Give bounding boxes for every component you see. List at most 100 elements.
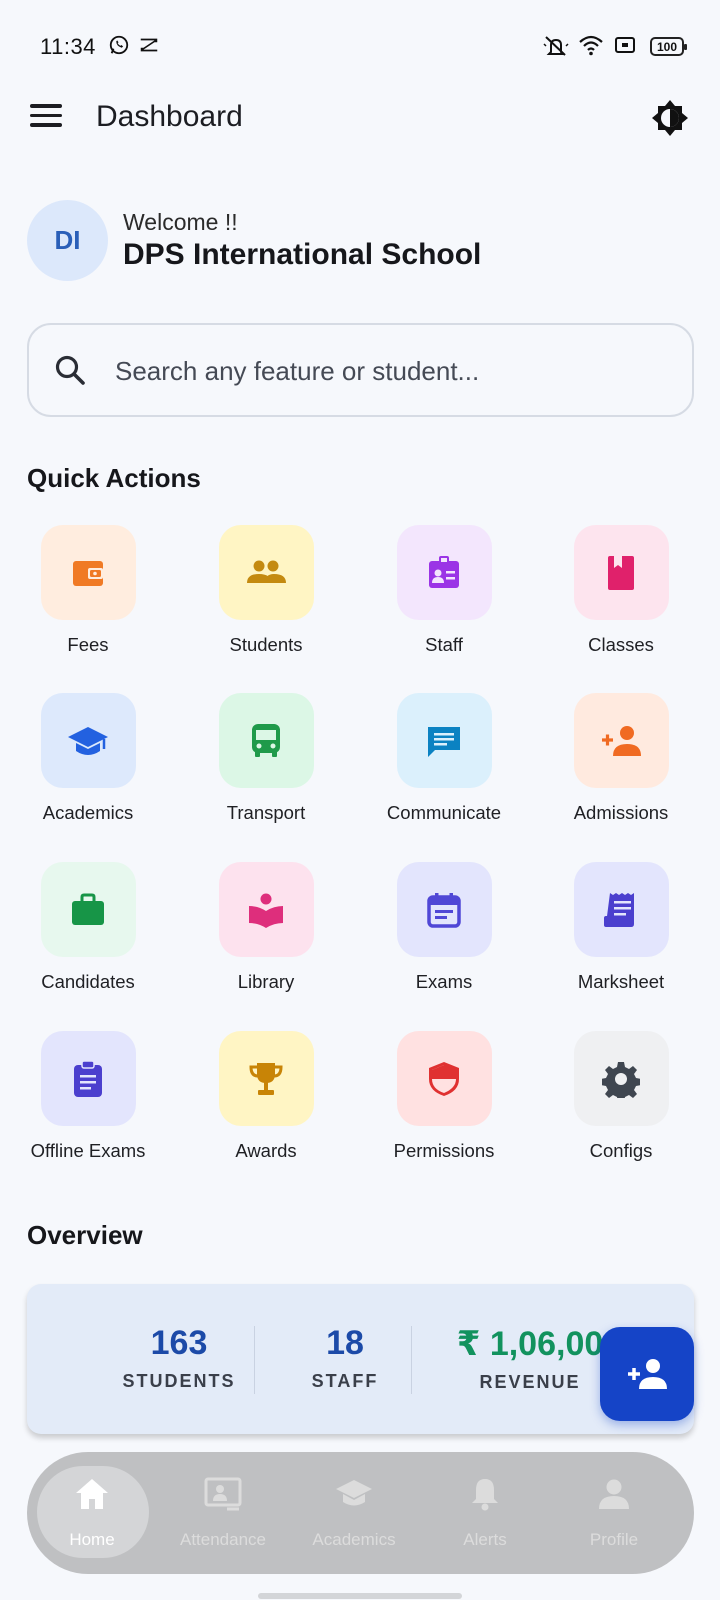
quick-action-tile[interactable] [40,1031,136,1126]
quick-action-classes[interactable]: Classes [541,525,701,656]
clipboard-icon [70,1059,106,1099]
nav-label: Home [69,1530,115,1549]
theme-toggle-icon[interactable] [650,98,690,138]
quick-action-tile[interactable] [396,693,492,788]
divider [254,1326,255,1394]
quick-action-label: Library [237,971,295,992]
quick-action-tile[interactable] [218,862,314,957]
calendar-icon [424,890,464,930]
gear-icon [602,1060,640,1098]
nav-label: Profile [589,1530,639,1549]
quick-action-label: Transport [226,802,306,823]
quick-action-permissions[interactable]: Permissions [364,1031,524,1162]
bottom-navigation: Home Attendance Academics Alerts Profile [27,1452,694,1574]
quick-action-label: Awards [235,1140,297,1161]
quick-action-tile[interactable] [573,1031,669,1126]
quick-action-awards[interactable]: Awards [186,1031,346,1162]
id-badge-icon [424,553,464,593]
attendance-icon [204,1477,242,1511]
quick-action-label: Staff [425,634,463,655]
stat-students[interactable]: 163 STUDENTS [99,1324,259,1392]
home-indicator [258,1593,462,1599]
quick-action-library[interactable]: Library [186,862,346,993]
stat-label: STAFF [311,1371,379,1391]
screen-icon [615,37,635,53]
nav-label: Alerts [463,1530,507,1549]
quick-action-candidates[interactable]: Candidates [8,862,168,993]
home-icon [76,1479,108,1509]
quick-action-configs[interactable]: Configs [541,1031,701,1162]
person-icon [599,1479,629,1509]
quick-action-label: Offline Exams [30,1140,146,1161]
stat-revenue[interactable]: ₹ 1,06,00 REVENUE [435,1324,625,1393]
search-input[interactable] [115,347,675,395]
page-title: Dashboard [96,100,243,133]
wallet-icon [68,553,108,593]
status-time: 11:34 [40,34,96,59]
quick-action-communicate[interactable]: Communicate [364,693,524,824]
quick-action-tile[interactable] [573,525,669,620]
quick-action-tile[interactable] [396,525,492,620]
quick-action-label: Exams [415,971,473,992]
stat-value: 163 [150,1324,208,1362]
quick-action-academics[interactable]: Academics [8,693,168,824]
quick-action-transport[interactable]: Transport [186,693,346,824]
receipt-icon [601,890,641,930]
divider [411,1326,412,1394]
avatar[interactable]: DI [27,200,108,281]
status-bar: 11:34 100 [0,0,720,92]
quick-action-tile[interactable] [218,693,314,788]
quick-action-tile[interactable] [396,862,492,957]
quick-action-label: Fees [67,634,109,655]
quick-action-label: Candidates [41,971,135,992]
quick-action-fees[interactable]: Fees [8,525,168,656]
person-add-icon [599,723,643,759]
quick-action-students[interactable]: Students [186,525,346,656]
add-student-fab[interactable] [600,1327,694,1421]
quick-action-label: Communicate [386,802,502,823]
quick-actions-title: Quick Actions [27,463,201,493]
overview-title: Overview [27,1220,143,1250]
stat-label: STUDENTS [122,1371,236,1391]
graduation-cap-icon [66,721,110,761]
quick-action-admissions[interactable]: Admissions [541,693,701,824]
hamburger-menu-icon[interactable] [30,104,66,132]
person-add-icon [628,1359,667,1389]
nav-profile[interactable]: Profile [549,1452,679,1574]
bus-icon [248,721,284,761]
nav-home[interactable]: Home [27,1452,157,1574]
reading-book-icon [246,890,286,930]
quick-action-staff[interactable]: Staff [364,525,524,656]
quick-action-label: Admissions [573,802,669,823]
nav-academics[interactable]: Academics [289,1452,419,1574]
quick-action-label: Academics [42,802,134,823]
quick-action-offline-exams[interactable]: Offline Exams [8,1031,168,1162]
bell-icon [472,1479,498,1511]
people-icon [244,555,288,591]
search-bar[interactable] [27,323,694,417]
graduation-cap-icon [336,1480,372,1506]
quick-action-label: Students [229,634,303,655]
quick-action-tile[interactable] [573,862,669,957]
quick-action-label: Configs [589,1140,653,1161]
quick-action-tile[interactable] [573,693,669,788]
quick-action-label: Permissions [393,1140,495,1161]
quick-action-tile[interactable] [40,693,136,788]
mute-icon [543,36,569,56]
quick-action-marksheet[interactable]: Marksheet [541,862,701,993]
quick-action-tile[interactable] [40,525,136,620]
nav-label: Academics [312,1530,396,1549]
nav-label: Attendance [179,1530,266,1549]
nav-attendance[interactable]: Attendance [158,1452,288,1574]
quick-action-tile[interactable] [218,1031,314,1126]
quick-action-exams[interactable]: Exams [364,862,524,993]
quick-action-tile[interactable] [40,862,136,957]
quick-action-label: Classes [588,634,654,655]
stat-staff[interactable]: 18 STAFF [285,1324,405,1392]
nav-alerts[interactable]: Alerts [420,1452,550,1574]
stat-value: 18 [326,1324,364,1362]
quick-action-tile[interactable] [396,1031,492,1126]
whatsapp-icon [109,35,129,55]
welcome-greeting: Welcome !! [123,209,238,235]
quick-action-tile[interactable] [218,525,314,620]
